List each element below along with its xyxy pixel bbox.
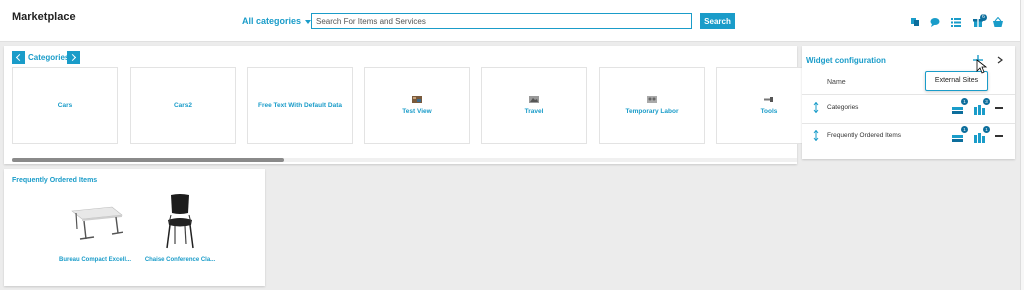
categories-widget: Categories Cars Cars2 Free Text With Def… bbox=[4, 46, 822, 164]
search-button[interactable]: Search bbox=[700, 13, 735, 29]
window-edge bbox=[1020, 0, 1024, 290]
desk-icon bbox=[71, 206, 123, 240]
drag-handle-icon[interactable] bbox=[813, 130, 819, 141]
chair-icon bbox=[166, 194, 194, 249]
basket-icon[interactable] bbox=[993, 17, 1003, 27]
category-thumbnail-icon bbox=[764, 97, 773, 102]
app-title: Marketplace bbox=[12, 11, 76, 23]
frequent-items-widget: Frequently Ordered Items Bureau Compact … bbox=[4, 169, 265, 286]
category-label: Temporary Labor bbox=[625, 108, 679, 115]
remove-widget-icon[interactable] bbox=[995, 135, 1003, 137]
frequent-items-title: Frequently Ordered Items bbox=[12, 177, 98, 184]
widget-row-categories[interactable]: Categories 1 3 bbox=[802, 97, 1015, 119]
categories-scrollbar[interactable] bbox=[12, 158, 797, 162]
size-badge: 3 bbox=[983, 98, 990, 105]
item-label: Bureau Compact Excell... bbox=[58, 257, 132, 263]
name-column-header: Name bbox=[827, 79, 846, 86]
chat-icon[interactable] bbox=[930, 17, 940, 27]
size-columns-icon[interactable]: 1 bbox=[974, 126, 990, 143]
item-label: Chaise Conference Cla... bbox=[144, 257, 216, 263]
category-label: Cars bbox=[57, 102, 73, 109]
category-label: Tools bbox=[760, 108, 778, 115]
category-tile-test-view[interactable]: Test View bbox=[364, 67, 470, 144]
all-categories-label: All categories bbox=[242, 16, 302, 26]
widget-row-label: Categories bbox=[827, 104, 859, 111]
category-label: Cars2 bbox=[173, 102, 193, 109]
size-badge: 1 bbox=[961, 126, 968, 133]
orders-icon[interactable] bbox=[910, 17, 920, 27]
category-label: Free Text With Default Data bbox=[258, 102, 342, 109]
scrollbar-thumb[interactable] bbox=[12, 158, 284, 162]
category-tile-cars2[interactable]: Cars2 bbox=[130, 67, 236, 144]
categories-next-button[interactable] bbox=[67, 51, 80, 64]
list-icon[interactable] bbox=[951, 17, 961, 27]
chevron-right-icon[interactable] bbox=[996, 56, 1004, 64]
mouse-cursor-icon bbox=[976, 59, 988, 74]
size-columns-icon[interactable]: 3 bbox=[974, 98, 990, 115]
cart-count-badge: 6 bbox=[980, 14, 987, 21]
category-thumbnail-icon bbox=[412, 96, 422, 103]
widget-row-label: Frequently Ordered Items bbox=[827, 132, 902, 139]
size-wide-icon[interactable]: 1 bbox=[952, 98, 968, 114]
category-tile-free-text[interactable]: Free Text With Default Data bbox=[247, 67, 353, 144]
size-badge: 1 bbox=[961, 98, 968, 105]
widget-config-title: Widget configuration bbox=[806, 56, 886, 65]
frequent-item-desk[interactable]: Bureau Compact Excell... bbox=[50, 193, 140, 273]
category-tile-cars[interactable]: Cars bbox=[12, 67, 118, 144]
top-header: Marketplace All categories Search 6 bbox=[0, 0, 1024, 42]
row-divider bbox=[802, 123, 1015, 124]
search-input[interactable] bbox=[311, 13, 692, 29]
widget-row-frequent-items[interactable]: Frequently Ordered Items 1 1 bbox=[802, 125, 1015, 147]
size-badge: 1 bbox=[983, 126, 990, 133]
row-divider bbox=[802, 94, 1015, 95]
drag-handle-icon[interactable] bbox=[813, 102, 819, 113]
all-categories-dropdown[interactable]: All categories bbox=[242, 16, 312, 26]
frequent-item-chair[interactable]: Chaise Conference Cla... bbox=[135, 193, 225, 273]
category-thumbnail-icon bbox=[647, 96, 657, 103]
category-tile-temporary-labor[interactable]: Temporary Labor bbox=[599, 67, 705, 144]
categories-title: Categories bbox=[28, 53, 70, 62]
size-wide-icon[interactable]: 1 bbox=[952, 126, 968, 142]
category-label: Travel bbox=[524, 108, 544, 115]
category-label: Test View bbox=[402, 108, 432, 115]
category-thumbnail-icon bbox=[529, 96, 539, 103]
category-tile-travel[interactable]: Travel bbox=[481, 67, 587, 144]
remove-widget-icon[interactable] bbox=[995, 107, 1003, 109]
categories-prev-button[interactable] bbox=[12, 51, 25, 64]
